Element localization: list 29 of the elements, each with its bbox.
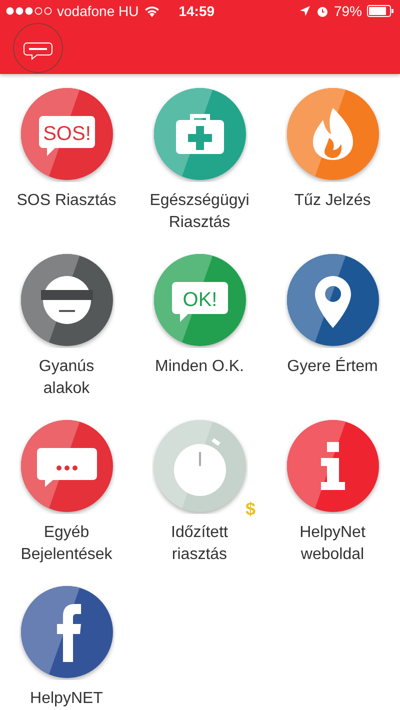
carrier-name: vodafone HU	[57, 3, 139, 19]
flame-icon[interactable]	[284, 86, 380, 182]
tile-label: Tűz Jelzés	[294, 191, 371, 211]
tile-label: HelpyNet weboldal	[300, 523, 366, 565]
tile-label: HelpyNET	[30, 689, 103, 709]
tile-label: Minden O.K.	[155, 357, 244, 377]
tile-label: Időzített riasztás	[171, 523, 228, 565]
facebook-icon[interactable]	[18, 584, 114, 680]
alarm-clock-icon	[316, 4, 329, 18]
battery-percentage: 79%	[334, 3, 362, 19]
speech-bubble-icon[interactable]: OK!	[152, 252, 248, 348]
tile-label: Gyere Értem	[287, 356, 378, 377]
signal-strength-icon	[6, 7, 52, 15]
clock-time: 14:59	[178, 3, 216, 19]
message-bubble-icon[interactable]	[18, 418, 114, 514]
tile-label: Egyéb Bejelentések	[20, 523, 112, 565]
tile-label: SOS Riasztás	[16, 191, 116, 211]
tile-label: Gyanús alakok	[38, 357, 94, 399]
location-arrow-icon	[298, 5, 311, 17]
dollar-sign-text: $	[245, 499, 256, 520]
masked-figure-icon[interactable]	[18, 252, 114, 348]
first-aid-kit-icon[interactable]	[152, 86, 248, 182]
logo-icon[interactable]	[12, 22, 64, 74]
info-icon[interactable]	[284, 418, 380, 514]
tile-label: Egészségügyi Riasztás	[150, 191, 250, 233]
location-pin-icon[interactable]	[284, 252, 380, 348]
speech-bubble-icon[interactable]: SOS!	[18, 86, 114, 182]
wifi-icon	[144, 5, 160, 17]
battery-icon	[367, 5, 394, 17]
